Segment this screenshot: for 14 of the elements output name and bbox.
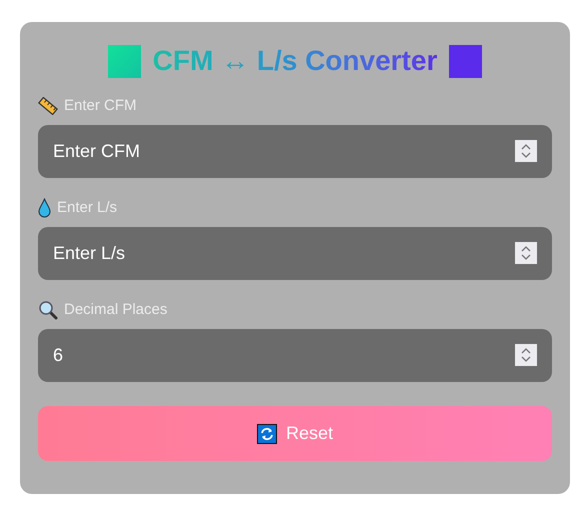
square-icon — [449, 44, 482, 78]
spinner-arrows-icon[interactable] — [515, 344, 537, 366]
water-drop-icon — [38, 198, 51, 218]
spinner-arrows-icon[interactable] — [515, 242, 537, 264]
refresh-icon — [256, 424, 277, 444]
field-label: Decimal Places — [64, 300, 168, 320]
spinner-arrows-icon[interactable] — [515, 140, 537, 162]
field-label: Enter L/s — [57, 198, 118, 218]
number-field[interactable]: Enter L/s — [38, 227, 552, 280]
field-label: Enter CFM — [64, 96, 137, 116]
number-field[interactable]: 6 — [38, 329, 552, 382]
magnifier-icon — [38, 300, 58, 320]
number-field[interactable]: Enter CFM — [38, 125, 552, 178]
square-icon — [108, 44, 141, 78]
